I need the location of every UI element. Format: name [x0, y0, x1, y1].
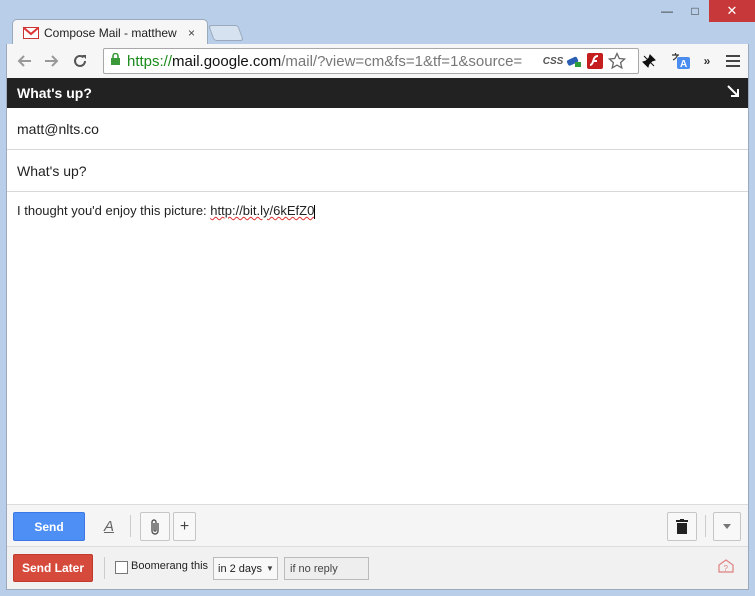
- send-button[interactable]: Send: [13, 512, 85, 541]
- compose-page: What's up? matt@nlts.co What's up? I tho…: [6, 78, 749, 590]
- paperclip-icon: [151, 518, 159, 535]
- url-path: /mail/?view=cm&fs=1&tf=1&source=: [281, 52, 523, 70]
- url-scheme: https://: [127, 52, 173, 70]
- subject-text: What's up?: [17, 162, 87, 179]
- tab-title: Compose Mail - matthew: [44, 25, 177, 40]
- reload-icon[interactable]: [71, 52, 89, 70]
- browser-window: — □ ✕ Compose Mail - matthew × https://: [0, 0, 755, 596]
- boomerang-info-icon[interactable]: ?: [718, 559, 734, 576]
- gmail-icon: [23, 26, 39, 39]
- pin-icon[interactable]: [640, 52, 658, 70]
- lock-icon: [110, 52, 121, 69]
- boomerang-when-dropdown[interactable]: in 2 days ▼: [213, 557, 278, 580]
- tab-close-icon[interactable]: ×: [188, 26, 195, 40]
- more-options-button[interactable]: +: [173, 512, 196, 541]
- divider: [104, 557, 105, 579]
- boomerang-bar: Send Later Boomerang this in 2 days ▼ if…: [7, 546, 748, 589]
- menu-icon[interactable]: [725, 52, 741, 70]
- css-extension-icon[interactable]: CSS: [542, 52, 564, 70]
- formatting-options-icon[interactable]: A: [100, 515, 118, 537]
- svg-text:A: A: [680, 59, 687, 70]
- more-send-options-button[interactable]: [713, 512, 741, 541]
- window-close-button[interactable]: ✕: [709, 0, 755, 22]
- bookmark-star-icon[interactable]: [608, 52, 626, 70]
- chevron-down-icon: [723, 524, 731, 529]
- boomerang-checkbox[interactable]: [115, 561, 128, 574]
- maximize-button[interactable]: □: [681, 0, 709, 22]
- boomerang-condition-field[interactable]: if no reply: [284, 557, 369, 580]
- minimize-button[interactable]: —: [653, 0, 681, 22]
- new-tab-button[interactable]: [208, 25, 244, 41]
- compose-title: What's up?: [17, 85, 92, 101]
- window-controls: — □ ✕: [653, 0, 755, 22]
- divider: [705, 515, 706, 537]
- trash-icon: [676, 519, 688, 534]
- text-cursor: [314, 204, 316, 219]
- boomerang-label: Boomerang this: [131, 560, 209, 572]
- compose-action-bar: Send A +: [7, 504, 748, 546]
- pop-in-arrow-icon[interactable]: [726, 84, 740, 103]
- to-field[interactable]: matt@nlts.co: [7, 108, 748, 150]
- extension-blue-icon[interactable]: [565, 52, 583, 70]
- body-link: http://bit.ly/6kEfZ0: [210, 203, 315, 218]
- attach-files-button[interactable]: [140, 512, 170, 541]
- divider: [130, 515, 131, 537]
- back-arrow-icon[interactable]: [15, 52, 33, 70]
- compose-header: What's up?: [7, 78, 748, 108]
- message-body[interactable]: I thought you'd enjoy this picture: http…: [17, 203, 316, 219]
- browser-tab[interactable]: Compose Mail - matthew ×: [12, 19, 208, 45]
- translate-icon[interactable]: A: [671, 52, 691, 70]
- send-later-button[interactable]: Send Later: [13, 554, 93, 582]
- recipient: matt@nlts.co: [17, 120, 99, 137]
- forward-arrow-icon[interactable]: [43, 52, 61, 70]
- subject-field[interactable]: What's up?: [7, 150, 748, 192]
- browser-toolbar: https:// mail.google.com /mail/?view=cm&…: [6, 44, 749, 78]
- extensions-overflow-button[interactable]: »: [702, 52, 712, 70]
- dropdown-caret-icon: ▼: [266, 564, 274, 573]
- svg-text:?: ?: [724, 564, 729, 573]
- body-text: I thought you'd enjoy this picture:: [17, 203, 211, 218]
- boomerang-condition-text: if no reply: [290, 562, 338, 575]
- url-host: mail.google.com: [172, 52, 282, 70]
- discard-draft-button[interactable]: [667, 512, 697, 541]
- boomerang-when-value: in 2 days: [218, 562, 263, 575]
- flash-icon[interactable]: [586, 52, 604, 70]
